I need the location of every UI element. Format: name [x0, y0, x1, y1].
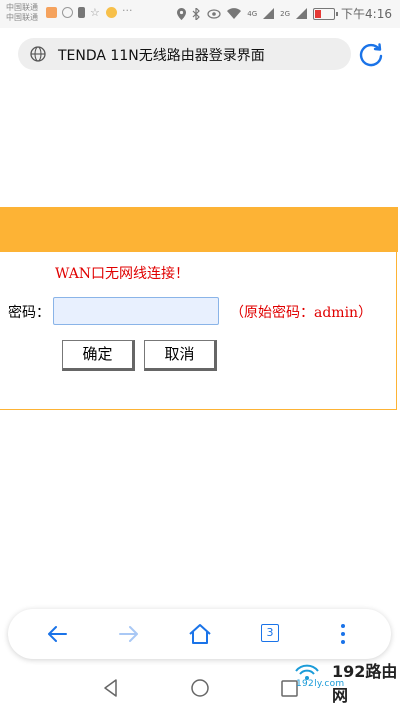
bluetooth-icon — [192, 7, 201, 20]
address-text[interactable]: TENDA 11N无线路由器登录界面 — [58, 45, 265, 65]
more-icon[interactable] — [328, 619, 358, 649]
carrier-info: 中国联通 中国联通 — [6, 3, 38, 23]
notification-icons: ☆ ··· — [46, 4, 133, 19]
home-icon[interactable] — [185, 619, 215, 649]
app-notification-icon — [46, 7, 57, 18]
forward-icon[interactable] — [114, 619, 144, 649]
more-notifications-icon: ··· — [122, 4, 133, 17]
password-label: 密码： — [8, 305, 50, 321]
nav-back-icon[interactable] — [100, 677, 122, 699]
globe-icon — [30, 46, 46, 62]
eye-icon — [207, 8, 221, 19]
star-notification-icon: ☆ — [90, 6, 100, 19]
clock: 下午4:16 — [341, 7, 392, 21]
ok-button[interactable]: 确定 — [62, 340, 135, 371]
status-bar: 中国联通 中国联通 ☆ ··· 4G 2G 下午4:16 — [0, 0, 400, 28]
address-bar[interactable]: TENDA 11N无线路由器登录界面 — [18, 38, 351, 70]
wifi-icon — [227, 8, 242, 19]
password-input[interactable] — [53, 297, 219, 325]
carrier-2: 中国联通 — [6, 13, 38, 22]
status-indicators: 4G 2G 下午4:16 — [177, 5, 392, 22]
wan-status-message: WAN口无网线连接！ — [55, 266, 190, 282]
location-icon — [177, 7, 187, 20]
file-notification-icon — [78, 7, 85, 18]
login-header-bar — [0, 207, 398, 252]
browser-toolbar: 3 — [8, 609, 391, 659]
network-2g-label: 2G — [280, 9, 291, 18]
carrier-1: 中国联通 — [6, 3, 38, 12]
signal-icon-1 — [263, 8, 275, 19]
back-icon[interactable] — [42, 619, 72, 649]
signal-icon-2 — [296, 8, 308, 19]
network-4g-label: 4G — [247, 9, 258, 18]
chat-notification-icon — [62, 7, 73, 18]
tabs-icon[interactable]: 3 — [261, 624, 279, 642]
cancel-button[interactable]: 取消 — [144, 340, 217, 371]
password-hint: （原始密码：admin） — [230, 305, 373, 321]
watermark-url: 192ly.com — [296, 679, 345, 689]
battery-icon — [313, 7, 339, 20]
reload-icon[interactable] — [358, 41, 384, 67]
nav-home-icon[interactable] — [189, 677, 211, 699]
game-notification-icon — [106, 7, 117, 18]
